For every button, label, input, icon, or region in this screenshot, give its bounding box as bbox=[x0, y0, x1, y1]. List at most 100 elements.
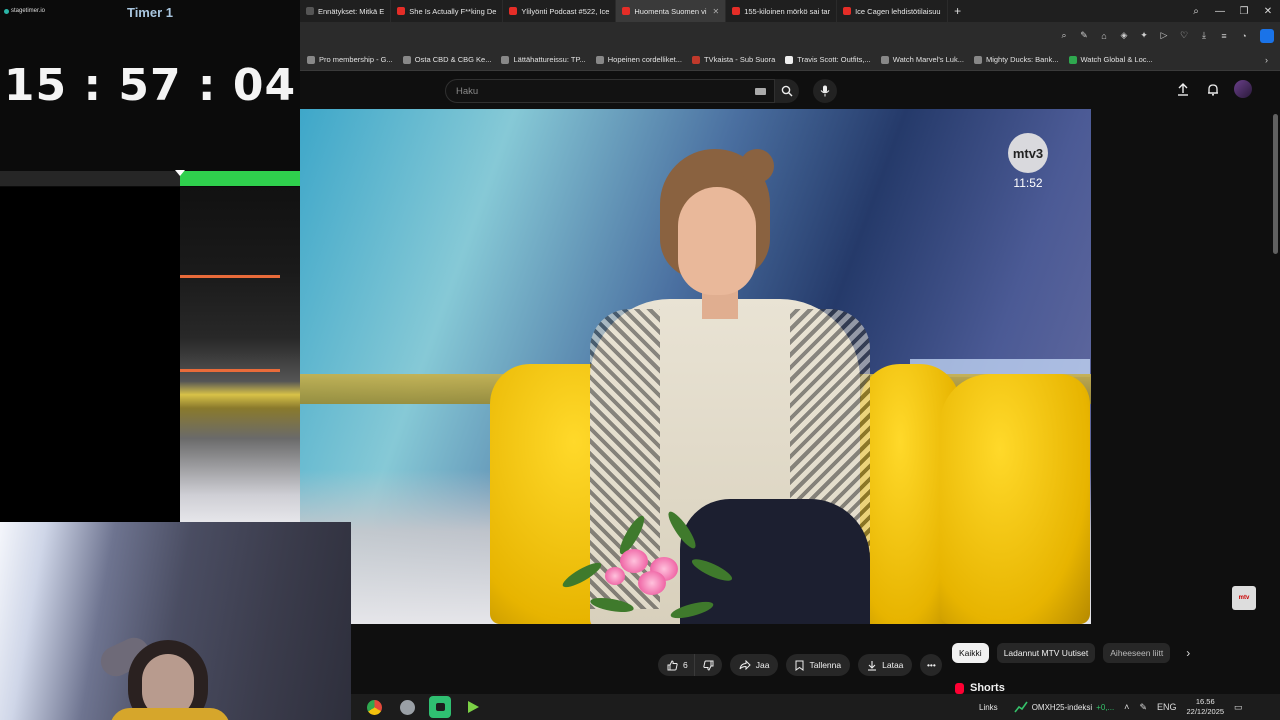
notification-center-icon[interactable]: ▭ bbox=[1234, 702, 1243, 713]
shield-icon[interactable]: ◈ bbox=[1114, 30, 1134, 41]
timer-position-marker-icon bbox=[175, 170, 185, 176]
browser-tab[interactable]: Ice Cagen lehdistötilaisuu bbox=[837, 0, 948, 22]
tab-search-icon[interactable]: ⌕ bbox=[1184, 6, 1208, 17]
browser-tab[interactable]: She Is Actually F**king De bbox=[391, 0, 504, 22]
chevron-up-icon[interactable]: ˄ bbox=[1124, 702, 1129, 712]
bookmarks-bar: Pro membership - G... Osta CBD & CBG Ke.… bbox=[300, 49, 1280, 71]
timer-title: Timer 1 bbox=[126, 5, 173, 20]
clock-time: 16.56 bbox=[1195, 697, 1215, 706]
browser-tab-active[interactable]: Huomenta Suomen vi ✕ bbox=[616, 0, 727, 22]
flower bbox=[638, 571, 666, 595]
bookmark-item[interactable]: Pro membership - G... bbox=[302, 55, 398, 64]
language-indicator[interactable]: ENG bbox=[1157, 702, 1177, 712]
extension-icon[interactable]: ✦ bbox=[1134, 30, 1154, 41]
upload-icon[interactable] bbox=[1174, 80, 1192, 98]
minimize-icon[interactable]: — bbox=[1208, 6, 1232, 17]
bookmark-item[interactable]: Mighty Ducks: Bank... bbox=[969, 55, 1064, 64]
video-background-strip bbox=[180, 187, 300, 522]
video-player[interactable]: mtv3 11:52 bbox=[300, 109, 1091, 624]
bookmark-item[interactable]: Watch Marvel's Luk... bbox=[876, 55, 969, 64]
bookmark-item[interactable]: Osta CBD & CBG Ke... bbox=[398, 55, 497, 64]
timer-progress-bar bbox=[0, 170, 300, 186]
window-controls: ⌕ — ❐ ✕ bbox=[1184, 0, 1280, 22]
more-actions-button[interactable]: ••• bbox=[920, 654, 943, 676]
bookmark-item[interactable]: Travis Scott: Outfits,... bbox=[780, 55, 876, 64]
restore-icon[interactable]: ❐ bbox=[1232, 6, 1256, 17]
chrome-icon[interactable] bbox=[363, 696, 385, 718]
avatar[interactable] bbox=[1234, 80, 1252, 98]
youtube-icon bbox=[622, 7, 631, 15]
news-icon bbox=[843, 7, 852, 15]
pen-icon[interactable]: ✎ bbox=[1139, 702, 1147, 713]
overlay-background bbox=[0, 187, 180, 522]
search-icon bbox=[781, 85, 793, 97]
edit-icon[interactable]: ✎ bbox=[1074, 30, 1094, 41]
share-button[interactable]: Jaa bbox=[729, 654, 779, 676]
search-button[interactable] bbox=[775, 79, 799, 103]
browser-tab[interactable]: Ylilyönti Podcast #522, Ice bbox=[503, 0, 617, 22]
play-icon[interactable]: ▷ bbox=[1154, 30, 1174, 41]
bookmark-item[interactable]: Lättähattureissu: TP... bbox=[496, 55, 590, 64]
scrollbar[interactable] bbox=[1272, 109, 1280, 289]
bookmark-label: Pro membership - G... bbox=[319, 55, 393, 64]
bookmark-item[interactable]: TVkaista - Sub Suora bbox=[687, 55, 780, 64]
bookmark-item[interactable]: Watch Global & Loc... bbox=[1064, 55, 1158, 64]
bookmark-label: TVkaista - Sub Suora bbox=[703, 55, 776, 64]
related-filter-chips: Kaikki Ladannut MTV Uutiset Aiheeseen li… bbox=[952, 643, 1190, 663]
search-placeholder: Haku bbox=[456, 86, 479, 97]
download-icon[interactable]: ⤓ bbox=[1194, 30, 1214, 41]
flower bbox=[605, 567, 625, 585]
bookmarks-overflow-icon[interactable]: › bbox=[1265, 55, 1268, 65]
links-toolbar[interactable]: Links bbox=[979, 703, 998, 712]
chip-related[interactable]: Aiheeseen liitt bbox=[1103, 643, 1171, 663]
new-tab-button[interactable]: + bbox=[948, 4, 968, 18]
webcam-shirt bbox=[110, 708, 230, 720]
webcam-feed bbox=[0, 522, 351, 720]
scrollbar-thumb[interactable] bbox=[1273, 114, 1278, 254]
chip-all[interactable]: Kaikki bbox=[952, 643, 989, 663]
save-button[interactable]: Tallenna bbox=[786, 654, 851, 676]
taskbar-clock[interactable]: 16.56 22/12/2025 bbox=[1187, 697, 1225, 717]
zoom-icon[interactable]: ⌕ bbox=[1054, 30, 1074, 41]
browser-tab[interactable]: Ennätykset: Mitkä E bbox=[300, 0, 392, 22]
chip-uploaded-by[interactable]: Ladannut MTV Uutiset bbox=[996, 643, 1096, 663]
timer-countdown: 15 : 57 : 04 bbox=[3, 60, 297, 111]
chevron-right-icon[interactable]: › bbox=[1186, 646, 1190, 660]
sidebar-area bbox=[1091, 109, 1280, 624]
youtube-icon bbox=[397, 7, 406, 15]
notifications-bell-icon[interactable] bbox=[1204, 80, 1222, 98]
favorite-icon[interactable]: ♡ bbox=[1174, 30, 1194, 41]
browser-tab[interactable]: 155-kiloinen mörkö sai tar bbox=[726, 0, 838, 22]
media-player-icon[interactable] bbox=[462, 696, 484, 718]
search-input[interactable]: Haku bbox=[445, 79, 775, 103]
tab-title: Ylilyönti Podcast #522, Ice bbox=[521, 6, 610, 16]
bookmark-item[interactable]: Hopeinen cordelliket... bbox=[591, 55, 687, 64]
keyboard-icon[interactable] bbox=[755, 88, 766, 95]
dislike-button[interactable] bbox=[693, 654, 722, 676]
leaf bbox=[664, 508, 700, 552]
stock-widget[interactable]: OMXH25-indeksi +0,... bbox=[1014, 701, 1114, 713]
neon-light bbox=[180, 369, 280, 372]
download-button[interactable]: Lataa bbox=[858, 654, 913, 676]
leaf bbox=[669, 598, 715, 622]
extension-app-icon[interactable] bbox=[1260, 28, 1274, 43]
bookmark-icon bbox=[501, 55, 510, 64]
close-tab-icon[interactable]: ✕ bbox=[713, 7, 720, 16]
close-icon[interactable]: ✕ bbox=[1256, 6, 1280, 17]
channel-watermark[interactable]: mtv bbox=[1232, 586, 1256, 610]
bookmark-label: Mighty Ducks: Bank... bbox=[985, 55, 1059, 64]
header-actions bbox=[1174, 80, 1252, 98]
messages-icon[interactable] bbox=[429, 696, 451, 718]
voice-search-button[interactable] bbox=[813, 79, 837, 103]
thumbs-down-icon bbox=[703, 660, 714, 671]
menu-icon[interactable]: ≡ bbox=[1214, 31, 1234, 41]
system-tray: Links OMXH25-indeksi +0,... ˄ ✎ ENG 16.5… bbox=[951, 694, 1280, 720]
share-icon bbox=[739, 660, 751, 670]
shorts-icon bbox=[955, 682, 964, 694]
hair-bun bbox=[740, 149, 774, 183]
leaf bbox=[559, 558, 605, 592]
profile-icon[interactable]: ◔ bbox=[1234, 31, 1254, 41]
home-icon[interactable]: ⌂ bbox=[1094, 31, 1114, 41]
like-button[interactable]: 6 bbox=[658, 654, 694, 676]
settings-icon[interactable] bbox=[396, 696, 418, 718]
